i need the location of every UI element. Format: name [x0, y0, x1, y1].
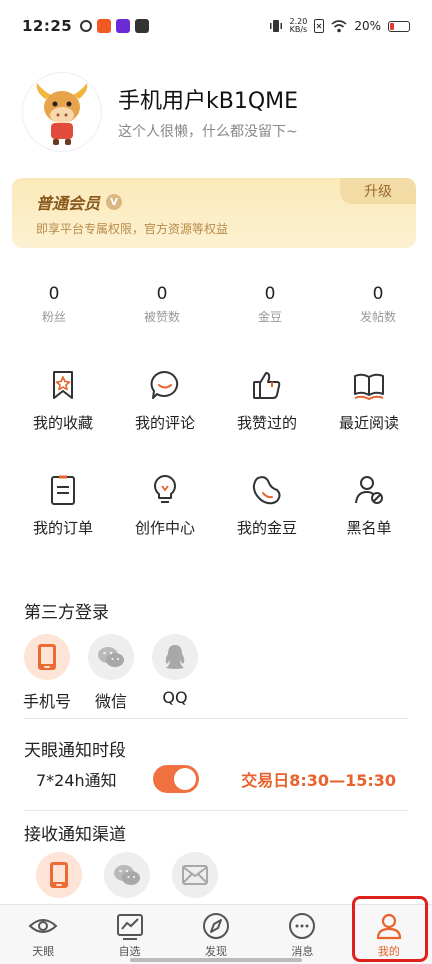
- wechat-icon: [114, 865, 140, 885]
- login-phone[interactable]: 手机号: [23, 634, 71, 712]
- feature-grid: 我的收藏 我的评论 我赞过的 最近阅读 我的订单 创作中心 我的金豆 黑名单: [12, 348, 420, 558]
- comment-icon: [150, 370, 179, 399]
- notify-channel-row: [36, 852, 218, 898]
- bean-icon: [252, 476, 281, 505]
- message-icon: [289, 912, 316, 939]
- qq-icon: [165, 645, 185, 669]
- channel-email[interactable]: [172, 852, 218, 898]
- compass-icon: [203, 912, 230, 939]
- user-bio: 这个人很懒，什么都没留下~: [118, 124, 298, 140]
- eye-icon: [28, 918, 58, 933]
- status-time: 12:25: [22, 17, 73, 35]
- wifi-icon: [331, 19, 347, 32]
- channel-wechat[interactable]: [104, 852, 150, 898]
- blocked-user-icon: [355, 476, 383, 504]
- book-icon: [354, 373, 384, 401]
- trade-time-option[interactable]: 交易日8:30—15:30: [241, 767, 396, 791]
- grid-item-comments[interactable]: 我的评论: [114, 348, 216, 453]
- mail-icon: [182, 865, 208, 885]
- net-speed: 2.20 KB/s: [289, 17, 308, 34]
- stats-row: 0 粉丝 0 被赞数 0 金豆 0 发帖数: [0, 284, 432, 325]
- channel-phone[interactable]: [36, 852, 82, 898]
- divider: [24, 810, 408, 811]
- home-indicator[interactable]: [130, 958, 302, 962]
- game-notify-icon: [116, 19, 131, 33]
- thumbs-up-icon: [253, 372, 281, 399]
- notify-channel-title: 接收通知渠道: [24, 825, 126, 845]
- wechat-icon: [98, 647, 124, 667]
- battery-icon: [388, 20, 410, 32]
- vip-badge: V: [106, 194, 123, 210]
- grid-item-recent-reading[interactable]: 最近阅读: [318, 348, 420, 453]
- divider: [24, 718, 408, 719]
- vip-description: 即享平台专属权限，官方资源等权益: [36, 222, 229, 236]
- profile-section: 手机用户kB1QME 这个人很懒，什么都没留下~ 普通会员 V 即享平台专属权限…: [0, 52, 432, 572]
- notify-time-row: 7*24h通知 交易日8:30—15:30: [36, 764, 396, 794]
- nav-tianyan[interactable]: 天眼: [0, 905, 86, 964]
- battery-percent: 20%: [354, 19, 381, 33]
- nav-watchlist[interactable]: 自选: [86, 905, 172, 964]
- grid-item-gold-beans[interactable]: 我的金豆: [216, 453, 318, 558]
- nav-highlight-box: [352, 896, 428, 962]
- lightbulb-icon: [154, 475, 176, 503]
- nav-discover[interactable]: 发现: [173, 905, 259, 964]
- stat-likes[interactable]: 0 被赞数: [108, 284, 216, 325]
- nav-messages[interactable]: 消息: [259, 905, 345, 964]
- username: 手机用户kB1QME: [118, 89, 299, 114]
- login-wechat[interactable]: 微信: [88, 634, 134, 712]
- vibrate-icon: [269, 20, 282, 32]
- login-qq[interactable]: QQ: [152, 634, 198, 712]
- notify-toggle[interactable]: [152, 765, 199, 793]
- grid-item-blacklist[interactable]: 黑名单: [318, 453, 420, 558]
- grid-item-orders[interactable]: 我的订单: [12, 453, 114, 558]
- notify-mode: 7*24h通知: [36, 771, 117, 790]
- chart-icon: [116, 913, 143, 940]
- stat-fans[interactable]: 0 粉丝: [0, 284, 108, 325]
- mail-notify-icon: [135, 19, 150, 33]
- grid-item-creator-center[interactable]: 创作中心: [114, 453, 216, 558]
- phone-icon: [38, 644, 56, 670]
- grid-item-liked[interactable]: 我赞过的: [216, 348, 318, 453]
- bookmark-star-icon: [53, 371, 73, 399]
- app-notify-icon: [97, 19, 112, 33]
- sim-icon: [314, 19, 325, 33]
- third-party-login-title: 第三方登录: [24, 603, 109, 623]
- notify-time-title: 天眼通知时段: [24, 741, 126, 761]
- sync-icon: [80, 20, 93, 32]
- vip-title: 普通会员: [36, 194, 101, 213]
- grid-item-favorites[interactable]: 我的收藏: [12, 348, 114, 453]
- settings-section: 第三方登录 手机号 微信 QQ 天眼通知时段 7*24h通知 交易日8:30—1…: [0, 572, 432, 904]
- upgrade-button[interactable]: 升级: [340, 178, 416, 204]
- status-bar: 12:25 2.20 KB/s 20%: [0, 0, 432, 52]
- stat-gold-beans[interactable]: 0 金豆: [216, 284, 324, 325]
- order-icon: [51, 475, 75, 505]
- stat-posts[interactable]: 0 发帖数: [324, 284, 432, 325]
- cow-avatar-icon: [36, 83, 88, 145]
- third-party-login-row: 手机号 微信 QQ: [23, 634, 198, 712]
- vip-card[interactable]: 普通会员 V 即享平台专属权限，官方资源等权益 升级: [12, 178, 416, 248]
- profile-header[interactable]: 手机用户kB1QME 这个人很懒，什么都没留下~: [22, 72, 298, 152]
- phone-icon: [50, 862, 68, 888]
- avatar[interactable]: [22, 72, 102, 152]
